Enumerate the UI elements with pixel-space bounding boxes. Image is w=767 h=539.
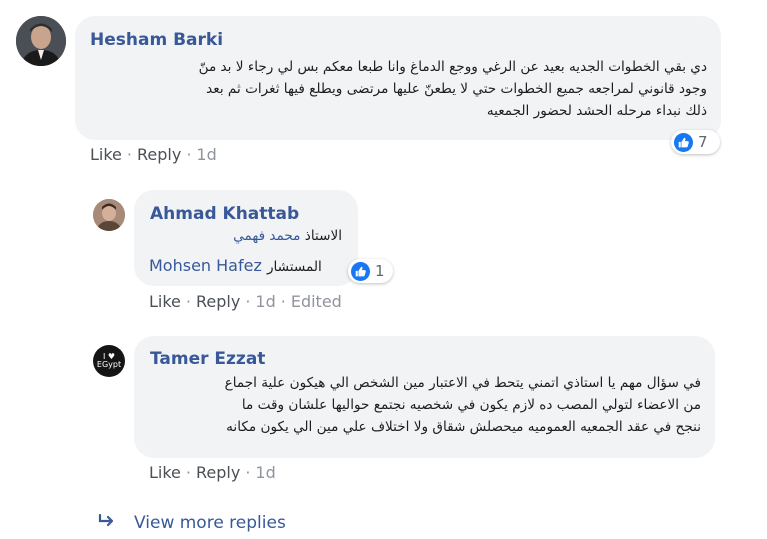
separator-dot: ·: [245, 292, 251, 311]
reply-link[interactable]: Reply: [196, 292, 240, 311]
comment-actions: Like · Reply · 1d: [90, 145, 217, 164]
like-link[interactable]: Like: [149, 292, 181, 311]
comment-timestamp[interactable]: 1d: [255, 463, 275, 482]
comment-author[interactable]: Ahmad Khattab: [150, 204, 299, 224]
separator-dot: ·: [185, 292, 191, 311]
comment-text-line: دي بقي الخطوات الجديه بعيد عن الرغي ووجع…: [198, 59, 707, 75]
comment-actions: Like · Reply · 1d · Edited: [149, 292, 342, 311]
reaction-count-badge[interactable]: 1: [348, 259, 393, 283]
view-more-replies-label[interactable]: View more replies: [134, 513, 286, 533]
reaction-count: 1: [375, 262, 385, 280]
separator-dot: ·: [280, 292, 286, 311]
comment-text-line: الاستاذ محمد فهمي: [233, 228, 342, 244]
comment-author[interactable]: Tamer Ezzat: [150, 349, 265, 369]
comment-text-line: من الاعضاء لتولي المصب ده لازم يكون في ش…: [241, 397, 701, 413]
separator-dot: ·: [245, 463, 251, 482]
avatar-hesham-barki[interactable]: [16, 16, 66, 66]
comment-text-line: وجود قانوني لمراجعه جميع الخطوات حتي لا …: [206, 81, 707, 97]
reply-link[interactable]: Reply: [196, 463, 240, 482]
comment-text-word: الاستاذ: [304, 228, 342, 244]
mention-link[interactable]: Mohsen Hafez: [149, 256, 262, 275]
comment-timestamp[interactable]: 1d: [196, 145, 216, 164]
mention-link[interactable]: محمد فهمي: [233, 228, 300, 244]
comment-text-line: ذلك نبداء مرحله الحشد لحضور الجمعيه: [486, 103, 707, 119]
reply-link[interactable]: Reply: [137, 145, 181, 164]
comment-timestamp[interactable]: 1d: [255, 292, 275, 311]
reply-arrow-icon: [98, 513, 116, 533]
thumbs-up-icon: [351, 261, 370, 281]
reaction-count-badge[interactable]: 7: [671, 130, 720, 154]
thumbs-up-icon: [674, 132, 693, 152]
comment-text: دي بقي الخطوات الجديه بعيد عن الرغي ووجع…: [199, 56, 707, 122]
avatar-tamer-ezzat[interactable]: I ♥ EGypt: [93, 345, 125, 377]
separator-dot: ·: [126, 145, 132, 164]
separator-dot: ·: [185, 463, 191, 482]
comment-author[interactable]: Hesham Barki: [90, 30, 223, 50]
comment-actions: Like · Reply · 1d: [149, 463, 276, 482]
avatar-ahmad-khattab[interactable]: [93, 199, 125, 231]
reaction-count: 7: [698, 133, 708, 151]
separator-dot: ·: [186, 145, 192, 164]
edited-label[interactable]: Edited: [291, 292, 342, 311]
like-link[interactable]: Like: [90, 145, 122, 164]
comment-text-line: Mohsen Hafez المستشار: [149, 256, 322, 275]
comment-text: في سؤال مهم يا استاذي اتمني يتحط في الاع…: [225, 372, 701, 438]
view-more-replies-link[interactable]: View more replies: [98, 513, 286, 533]
comment-text-line: في سؤال مهم يا استاذي اتمني يتحط في الاع…: [224, 375, 701, 391]
like-link[interactable]: Like: [149, 463, 181, 482]
comment-text-line: ننجح في عقد الجمعيه العموميه ميحصلش شقاق…: [226, 419, 701, 435]
comment-text-word: المستشار: [266, 259, 322, 275]
avatar-text: I ♥ EGypt: [96, 352, 122, 369]
